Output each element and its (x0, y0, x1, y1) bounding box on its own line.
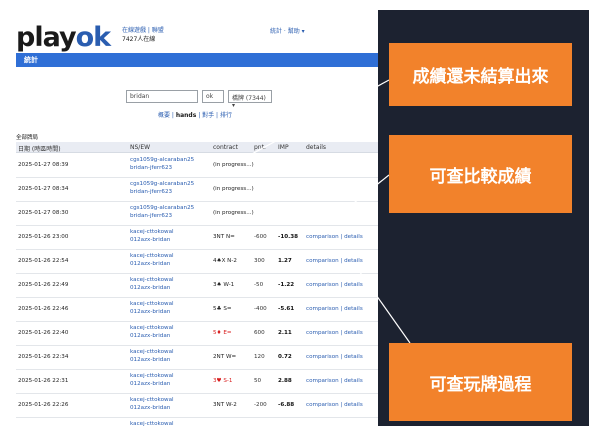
callout-line-2 (329, 174, 390, 223)
callout-not-settled: 成績還未結算出來 (389, 43, 572, 106)
callout-line-3 (356, 267, 411, 344)
callout-compare-results: 可查比較成績 (389, 135, 572, 213)
callout-play-history: 可查玩牌過程 (389, 343, 572, 421)
callout-line-1 (249, 79, 390, 156)
screenshot: playok 在線遊戲 | 聯盟 7427人在線 統計 · 幫助 ▾ 統計 br… (0, 0, 589, 426)
